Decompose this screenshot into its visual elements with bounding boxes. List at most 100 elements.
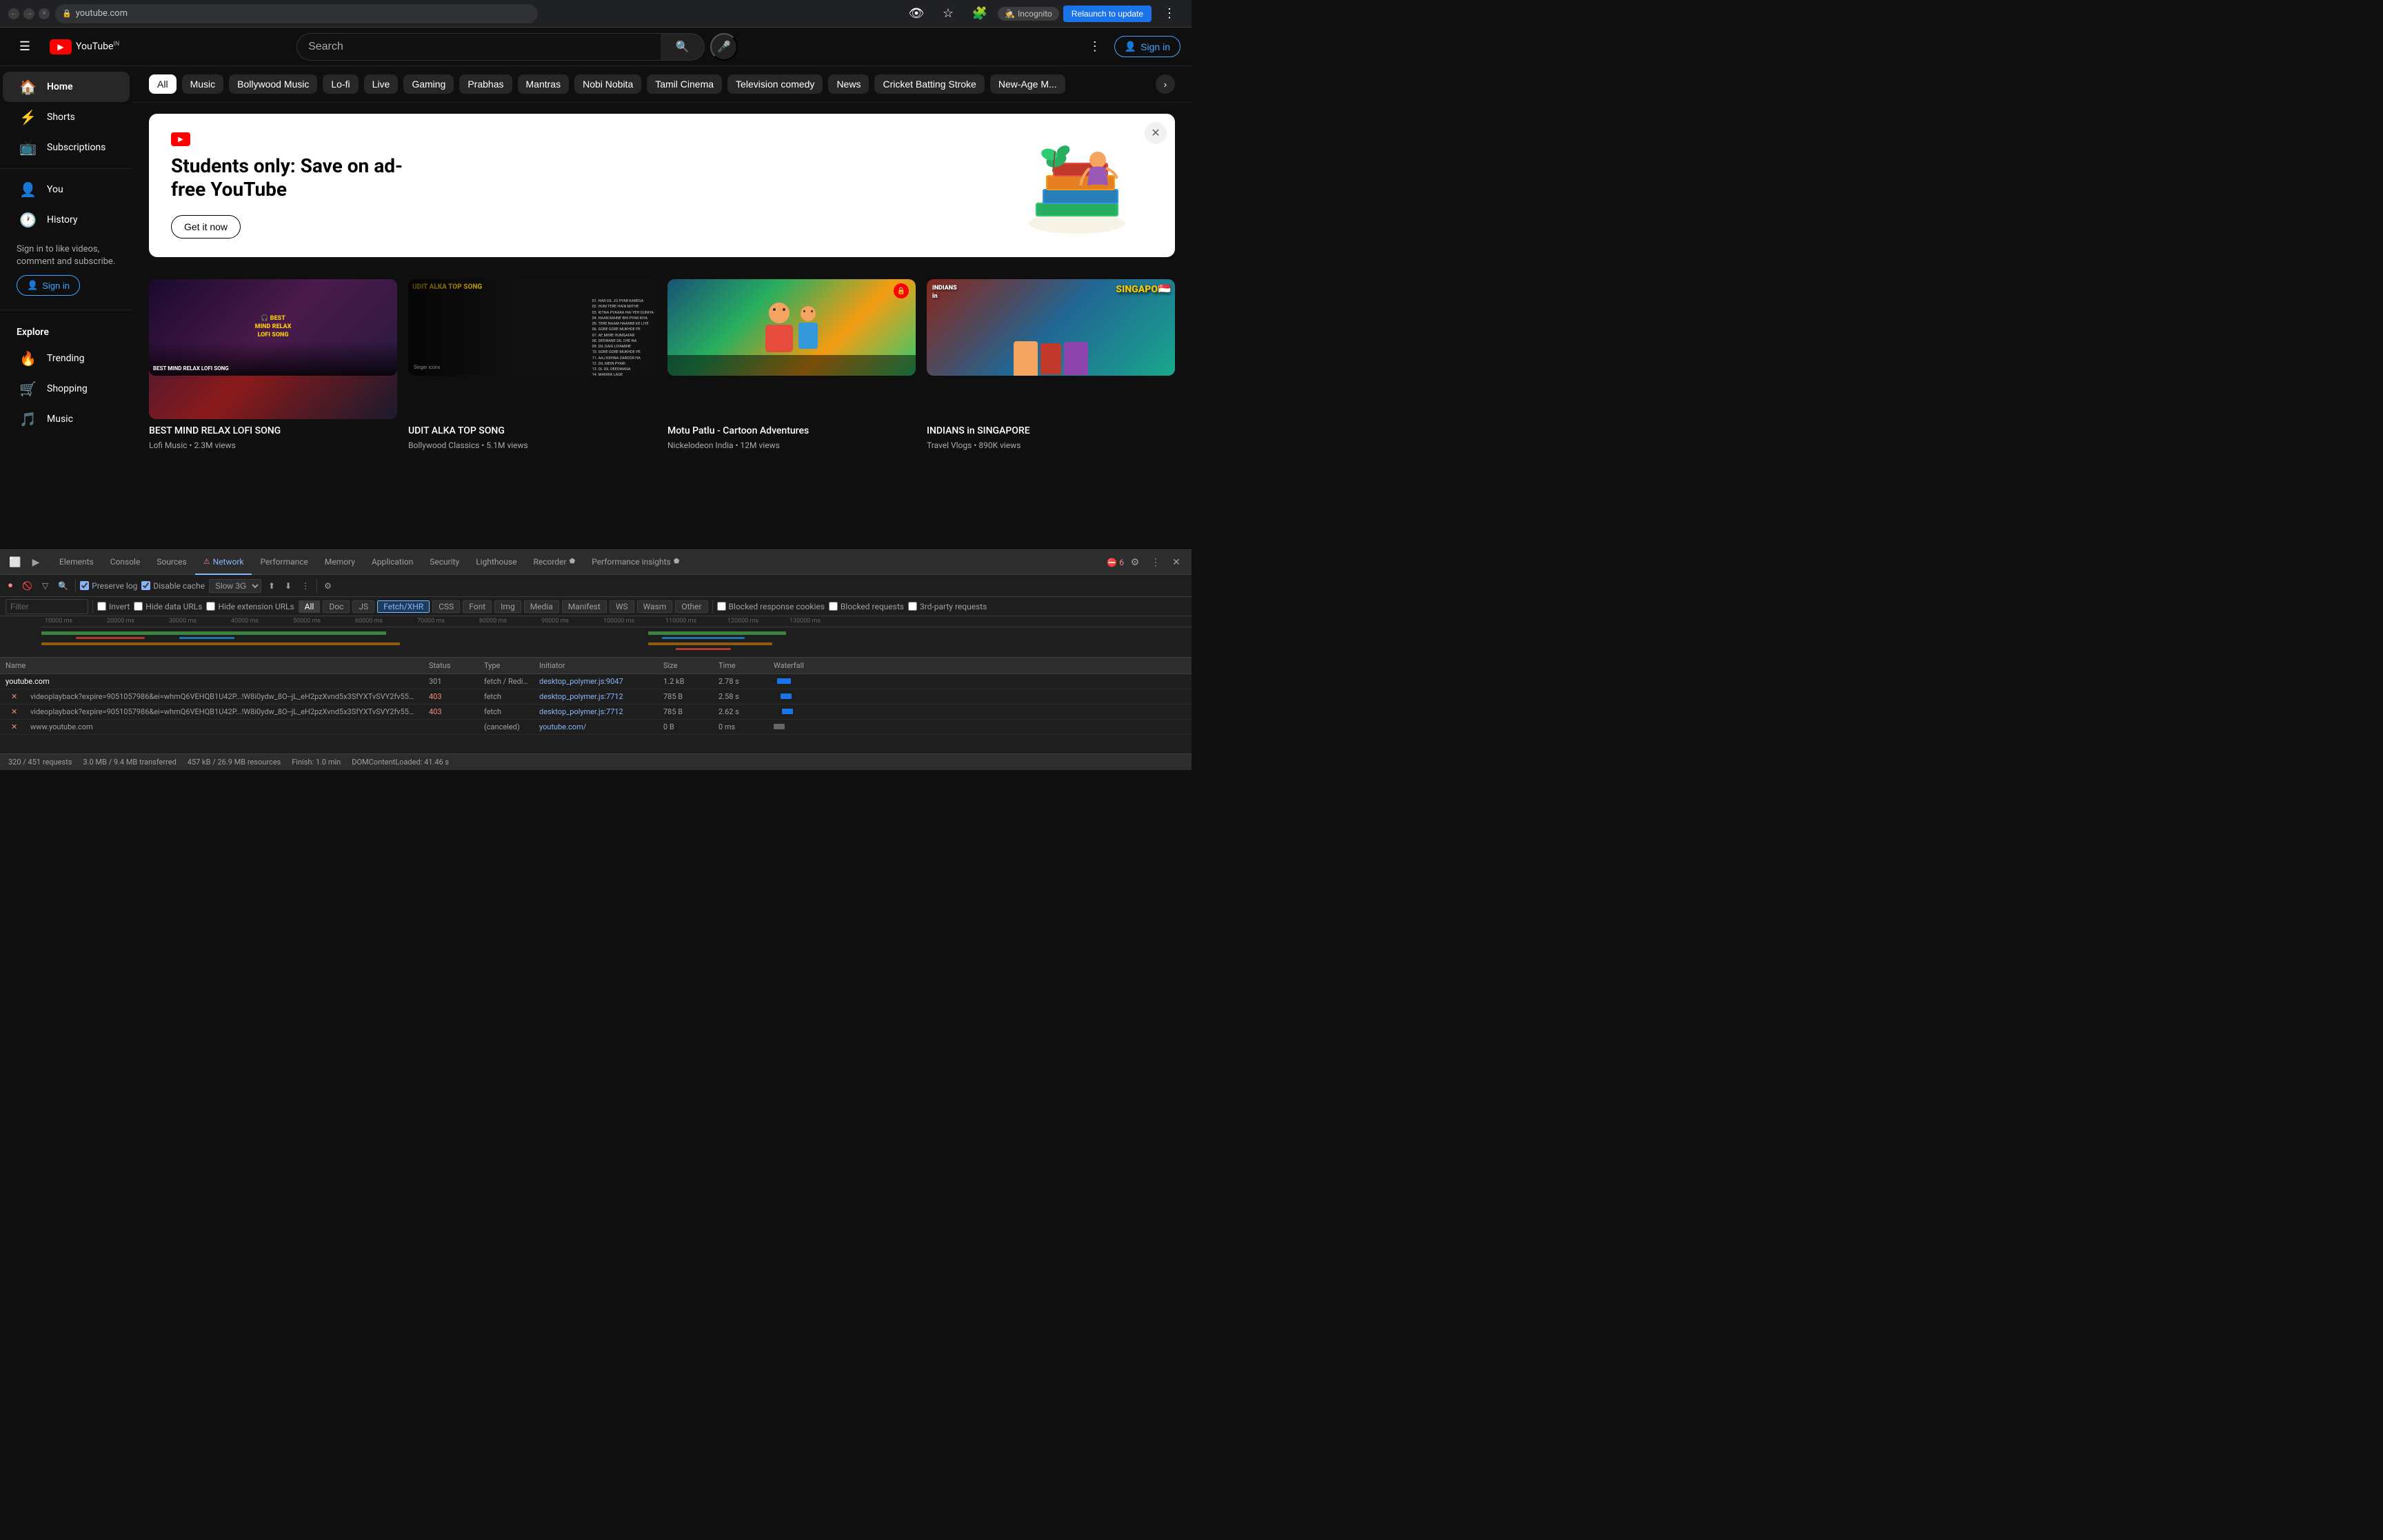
forward-button[interactable]: → [23, 8, 34, 19]
youtube-logo[interactable]: YouTubeIN [50, 39, 119, 54]
search-btn[interactable]: 🔍 [55, 580, 71, 592]
row2-initiator[interactable]: desktop_polymer.js:7712 [534, 692, 658, 701]
more-toolbar-btn[interactable]: ⋮ [299, 580, 312, 592]
filter-chip-lofi[interactable]: Lo-fi [323, 74, 358, 94]
sidebar-item-trending[interactable]: 🔥 Trending [3, 343, 130, 374]
search-button[interactable]: 🔍 [661, 33, 705, 61]
record-btn[interactable]: ⏺ [6, 579, 15, 592]
filter-chip-media[interactable]: Media [524, 600, 559, 613]
hide-data-urls-checkbox[interactable]: Hide data URLs [134, 602, 202, 611]
star-icon-btn[interactable]: ☆ [934, 0, 962, 28]
browser-menu-btn[interactable]: ⋮ [1156, 0, 1183, 28]
col-time[interactable]: Time [713, 661, 768, 670]
export-btn[interactable]: ⬇ [282, 580, 294, 592]
col-type[interactable]: Type [479, 661, 534, 670]
more-options-btn[interactable]: ⋮ [1081, 33, 1109, 61]
filter-chip-all[interactable]: All [299, 600, 321, 613]
table-row[interactable]: ✕ videoplayback?expire=9051057986&ei=whm… [0, 689, 1192, 705]
import-btn[interactable]: ⬆ [265, 580, 278, 592]
filter-chip-music[interactable]: Music [182, 74, 224, 94]
preserve-log-input[interactable] [80, 581, 89, 590]
invert-checkbox[interactable]: Invert [97, 602, 130, 611]
filter-input[interactable] [6, 599, 88, 614]
sidebar-item-music[interactable]: 🎵 Music [3, 404, 130, 434]
disable-cache-input[interactable] [141, 581, 150, 590]
devtools-tab-sources[interactable]: Sources [148, 550, 194, 575]
devtools-tab-application[interactable]: Application [363, 550, 421, 575]
filter-chip-bollywood[interactable]: Bollywood Music [229, 74, 317, 94]
col-name[interactable]: Name [0, 661, 423, 670]
video-card-2[interactable]: UDIT ALKA TOP SONG 01. HAR DIL JO PYAR K… [408, 279, 656, 450]
col-size[interactable]: Size [658, 661, 713, 670]
refresh-button[interactable]: × [39, 8, 50, 19]
filter-chip-gaming[interactable]: Gaming [403, 74, 454, 94]
filter-chip-fetch[interactable]: Fetch/XHR [377, 600, 430, 613]
filter-chip-other[interactable]: Other [675, 600, 707, 613]
devtools-tab-memory[interactable]: Memory [316, 550, 363, 575]
filter-chip-tvcomedy[interactable]: Television comedy [727, 74, 823, 94]
preserve-log-checkbox[interactable]: Preserve log [80, 581, 137, 591]
devtools-tab-security[interactable]: Security [421, 550, 467, 575]
devtools-elements-icon[interactable]: ⬜ [6, 553, 25, 572]
throttle-select[interactable]: Slow 3G [209, 579, 261, 593]
filter-chip-newage[interactable]: New-Age M... [990, 74, 1065, 94]
blocked-cookies-checkbox[interactable]: Blocked response cookies [717, 602, 825, 611]
premium-cta-button[interactable]: Get it now [171, 215, 241, 239]
disable-cache-checkbox[interactable]: Disable cache [141, 581, 205, 591]
filter-chip-tamil[interactable]: Tamil Cinema [647, 74, 722, 94]
sidebar-item-shorts[interactable]: ⚡ Shorts [3, 102, 130, 132]
devtools-tab-perf-insights[interactable]: Performance insights ⬟ [583, 550, 687, 575]
premium-close-btn[interactable]: ✕ [1145, 122, 1167, 144]
filter-chip-cricket[interactable]: Cricket Batting Stroke [874, 74, 984, 94]
row3-initiator[interactable]: desktop_polymer.js:7712 [534, 707, 658, 716]
video-card-4[interactable]: INDIANSin SINGAPORE 🇸🇬 INDIANS in SINGAP… [927, 279, 1175, 450]
devtools-tab-console[interactable]: Console [102, 550, 149, 575]
blocked-req-checkbox[interactable]: Blocked requests [829, 602, 904, 611]
filter-chip-live[interactable]: Live [364, 74, 399, 94]
filter-chip-css[interactable]: CSS [432, 600, 460, 613]
clear-btn[interactable]: 🚫 [19, 580, 35, 592]
filter-chip-nobi[interactable]: Nobi Nobita [574, 74, 641, 94]
address-bar[interactable]: 🔒 youtube.com [55, 4, 538, 23]
sidebar-item-home[interactable]: 🏠 Home [3, 72, 130, 102]
sidebar-item-history[interactable]: 🕐 History [3, 205, 130, 235]
video-card-3[interactable]: 🔒 Motu Patlu - Cartoon Adventures Nickel… [667, 279, 916, 450]
hide-ext-urls-checkbox[interactable]: Hide extension URLs [206, 602, 294, 611]
filter-chip-all[interactable]: All [149, 74, 177, 94]
devtools-close-btn[interactable]: ✕ [1167, 553, 1186, 572]
invert-input[interactable] [97, 602, 106, 611]
devtools-settings-btn[interactable]: ⚙ [1125, 553, 1145, 572]
filter-chip-img[interactable]: Img [494, 600, 521, 613]
filter-toggle-btn[interactable]: ▽ [39, 580, 51, 592]
row1-initiator[interactable]: desktop_polymer.js:9047 [534, 677, 658, 686]
filter-chip-prabhas[interactable]: Prabhas [459, 74, 512, 94]
search-input[interactable] [296, 33, 661, 61]
sidebar-item-subscriptions[interactable]: 📺 Subscriptions [3, 132, 130, 163]
sidebar-signin-btn[interactable]: 👤 Sign in [17, 275, 80, 296]
filter-next-btn[interactable]: › [1156, 74, 1175, 94]
filter-chip-font[interactable]: Font [463, 600, 492, 613]
devtools-more-btn[interactable]: ⋮ [1146, 553, 1165, 572]
devtools-tab-elements[interactable]: Elements [51, 550, 102, 575]
table-row[interactable]: ✕ www.youtube.com (canceled) youtube.com… [0, 720, 1192, 735]
hamburger-menu-btn[interactable]: ☰ [11, 33, 39, 61]
eye-icon-btn[interactable]: 👁 [903, 0, 930, 28]
table-row[interactable]: ✕ videoplayback?expire=9051057986&ei=whm… [0, 705, 1192, 720]
relaunch-button[interactable]: Relaunch to update [1063, 6, 1152, 22]
sidebar-item-you[interactable]: 👤 You [3, 174, 130, 205]
filter-chip-js[interactable]: JS [352, 600, 374, 613]
filter-chip-news[interactable]: News [828, 74, 869, 94]
devtools-tab-lighthouse[interactable]: Lighthouse [467, 550, 525, 575]
sidebar-item-shopping[interactable]: 🛒 Shopping [3, 374, 130, 404]
devtools-tab-performance[interactable]: Performance [252, 550, 316, 575]
filter-chip-mantras[interactable]: Mantras [518, 74, 570, 94]
back-button[interactable]: ← [8, 8, 19, 19]
row4-initiator[interactable]: youtube.com/ [534, 722, 658, 731]
devtools-tab-recorder[interactable]: Recorder ⬟ [525, 550, 583, 575]
hide-data-urls-input[interactable] [134, 602, 143, 611]
col-waterfall[interactable]: Waterfall [768, 661, 1192, 670]
hide-ext-urls-input[interactable] [206, 602, 215, 611]
signin-button[interactable]: 👤 Sign in [1114, 36, 1180, 57]
filter-chip-manifest[interactable]: Manifest [562, 600, 607, 613]
col-status[interactable]: Status [423, 661, 479, 670]
